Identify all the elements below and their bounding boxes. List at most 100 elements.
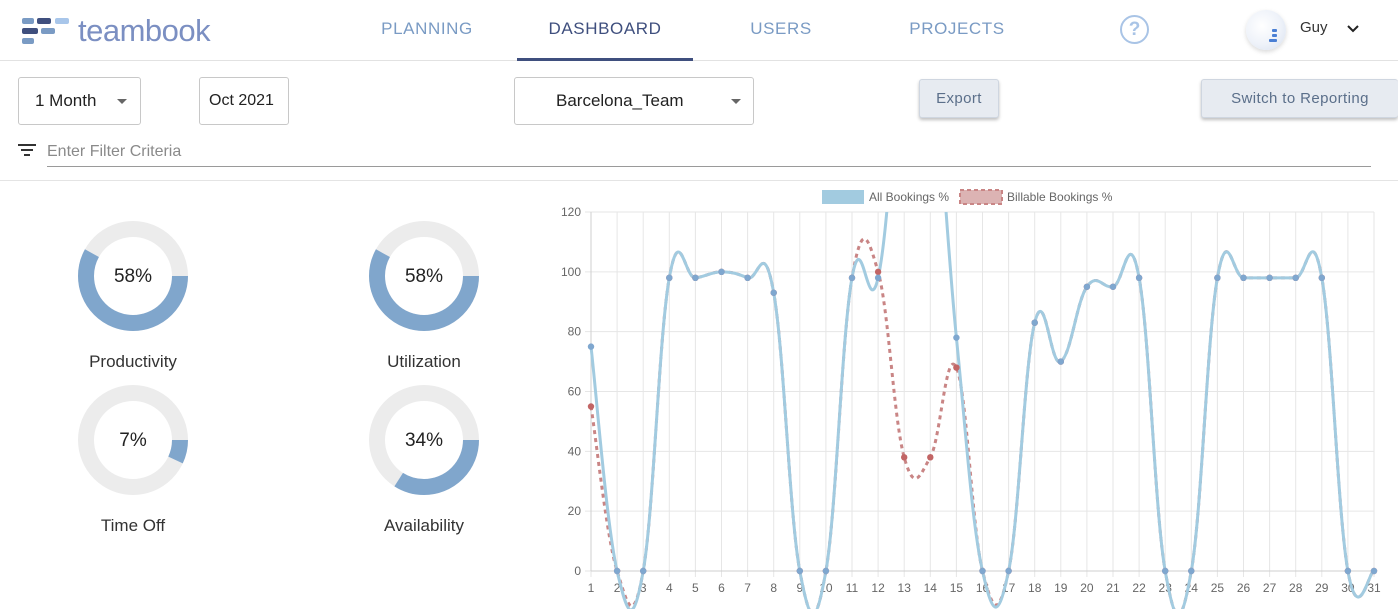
period-select-value: 1 Month: [35, 91, 97, 110]
all-bookings-point: [822, 567, 830, 575]
availability-label: Availability: [383, 516, 464, 535]
top-navigation-bar: teambook PLANNING DASHBOARD USERS PROJEC…: [0, 0, 1398, 61]
switch-to-reporting-button[interactable]: Switch to Reporting: [1201, 79, 1398, 118]
all-bookings-point: [1005, 567, 1012, 575]
all-bookings-point: [796, 567, 803, 575]
x-tick-label: 29: [1315, 581, 1329, 595]
team-select[interactable]: Barcelona_Team: [514, 77, 754, 125]
tab-dashboard[interactable]: DASHBOARD: [517, 0, 693, 61]
y-tick-label: 20: [568, 504, 582, 518]
x-tick-label: 31: [1367, 581, 1381, 595]
all-bookings-point: [640, 567, 647, 575]
x-tick-label: 26: [1237, 581, 1251, 595]
month-picker-value: Oct 2021: [209, 92, 274, 109]
x-tick-label: 7: [744, 581, 751, 595]
chevron-down-icon[interactable]: [1344, 20, 1362, 38]
all-bookings-point: [874, 274, 882, 282]
bookings-line-chart: All Bookings % Billable Bookings % 0 20 40 6…: [561, 189, 1381, 609]
time-off-label: Time Off: [100, 516, 166, 535]
x-tick-label: 25: [1211, 581, 1225, 595]
x-tick-label: 14: [924, 581, 938, 595]
y-tick-label: 120: [561, 205, 581, 219]
time-off-value: 7%: [119, 430, 147, 451]
logo-text: teambook: [78, 13, 211, 48]
legend-label: All Bookings %: [869, 190, 949, 204]
tab-users[interactable]: USERS: [736, 0, 826, 61]
help-icon[interactable]: ?: [1120, 15, 1149, 44]
all-bookings-point: [1292, 274, 1299, 282]
x-tick-label: 6: [718, 581, 725, 595]
all-bookings-point: [848, 274, 856, 282]
x-tick-label: 21: [1106, 581, 1120, 595]
y-tick-label: 80: [568, 325, 582, 339]
all-bookings-point: [744, 274, 751, 282]
all-bookings-point: [770, 289, 777, 296]
tab-projects[interactable]: PROJECTS: [894, 0, 1020, 61]
all-bookings-point: [1109, 283, 1117, 290]
dropdown-caret-icon: [117, 99, 127, 104]
user-avatar[interactable]: [1246, 10, 1286, 50]
export-button[interactable]: Export: [919, 79, 999, 118]
x-tick-label: 18: [1028, 581, 1042, 595]
legend-swatch: [822, 190, 864, 204]
logo-mark-icon: [22, 16, 70, 46]
all-bookings-point: [587, 343, 595, 350]
x-tick-label: 8: [770, 581, 777, 595]
tab-planning[interactable]: PLANNING: [362, 0, 492, 61]
utilization-label: Utilization: [387, 352, 461, 371]
month-picker[interactable]: Oct 2021: [199, 77, 289, 125]
all-bookings-point: [1057, 358, 1064, 365]
all-bookings-point: [1188, 567, 1195, 575]
y-tick-label: 60: [568, 385, 582, 399]
y-axis: 0 20 40 60 80 100 120: [561, 205, 581, 578]
billable-bookings-point: [587, 403, 595, 410]
productivity-value: 58%: [113, 266, 153, 287]
all-bookings-point: [1318, 274, 1325, 282]
availability-value: 34%: [404, 430, 444, 451]
x-tick-label: 12: [871, 581, 885, 595]
all-bookings-point: [1344, 567, 1352, 575]
all-bookings-point: [666, 274, 673, 282]
all-bookings-point: [1240, 274, 1247, 282]
all-bookings-point: [1214, 274, 1221, 282]
all-bookings-point: [613, 567, 621, 575]
team-select-value: Barcelona_Team: [556, 91, 684, 110]
y-tick-label: 100: [561, 265, 581, 279]
period-select[interactable]: 1 Month: [18, 77, 141, 125]
dropdown-caret-icon: [731, 99, 741, 104]
all-bookings-point: [979, 567, 986, 575]
x-tick-label: 1: [588, 581, 595, 595]
productivity-label: Productivity: [89, 352, 177, 371]
x-tick-label: 19: [1054, 581, 1068, 595]
billable-bookings-point: [953, 364, 960, 371]
filter-input[interactable]: [47, 138, 1371, 167]
legend-label: Billable Bookings %: [1007, 190, 1113, 204]
chart-legend: All Bookings % Billable Bookings %: [822, 189, 1113, 205]
billable-bookings-point: [927, 454, 934, 461]
y-tick-label: 40: [568, 444, 582, 458]
x-tick-label: 5: [692, 581, 699, 595]
x-tick-label: 27: [1263, 581, 1277, 595]
all-bookings-point: [1083, 283, 1091, 290]
chart-grid: [585, 211, 1375, 577]
legend-swatch: [959, 189, 1003, 205]
x-tick-label: 13: [898, 581, 912, 595]
y-tick-label: 0: [574, 564, 581, 578]
x-tick-label: 4: [666, 581, 673, 595]
all-bookings-point: [1266, 274, 1273, 282]
all-bookings-point: [1370, 567, 1378, 575]
teambook-logo[interactable]: teambook: [22, 13, 211, 48]
all-bookings-point: [718, 268, 725, 276]
billable-bookings-point: [901, 454, 908, 461]
x-tick-label: 22: [1132, 581, 1146, 595]
all-bookings-point: [1162, 567, 1169, 575]
toolbar-divider: [0, 180, 1398, 181]
all-bookings-point: [953, 334, 960, 341]
user-name[interactable]: Guy: [1300, 19, 1328, 36]
utilization-value: 58%: [404, 266, 444, 287]
all-bookings-point: [1031, 319, 1038, 326]
billable-bookings-point: [874, 268, 882, 276]
all-bookings-point: [1135, 274, 1143, 282]
filter-icon[interactable]: [18, 144, 36, 158]
x-tick-label: 28: [1289, 581, 1303, 595]
